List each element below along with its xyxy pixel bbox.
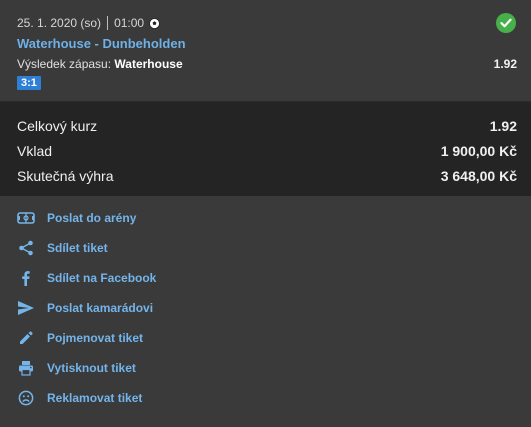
complain-ticket-action[interactable]: Reklamovat tiket	[17, 388, 142, 408]
ticket-actions: Poslat do arény Sdílet tiket Sdílet na F…	[0, 197, 531, 427]
arena-icon	[17, 209, 35, 227]
score-badge: 3:1	[17, 76, 41, 90]
soccer-ball-icon	[149, 17, 160, 29]
match-link[interactable]: Waterhouse - Dunbeholden	[17, 36, 186, 51]
rename-ticket-action[interactable]: Pojmenovat tiket	[17, 328, 143, 348]
total-odds-value: 1.92	[489, 118, 517, 134]
stake-value: 1 900,00 Kč	[440, 143, 517, 159]
share-ticket-action[interactable]: Sdílet tiket	[17, 238, 108, 258]
action-label: Sdílet tiket	[47, 241, 108, 255]
market-line: Výsledek zápasu: Waterhouse	[17, 57, 183, 71]
sad-face-icon	[17, 389, 35, 407]
send-to-arena-action[interactable]: Poslat do arény	[17, 208, 136, 228]
bet-detail: 25. 1. 2020 (so) 01:00 Waterhouse - Dunb…	[0, 0, 531, 102]
action-label: Pojmenovat tiket	[47, 331, 144, 345]
stake-row: Vklad 1 900,00 Kč	[17, 141, 517, 161]
bet-date: 25. 1. 2020 (so)	[17, 16, 102, 30]
action-label: Reklamovat tiket	[47, 391, 143, 405]
divider	[107, 16, 109, 30]
selection: Waterhouse	[114, 57, 183, 71]
share-facebook-action[interactable]: Sdílet na Facebook	[17, 268, 156, 288]
pencil-icon	[17, 329, 35, 347]
action-label: Vytisknout tiket	[47, 361, 136, 375]
facebook-icon	[17, 269, 35, 287]
payout-row: Skutečná výhra 3 648,00 Kč	[17, 166, 517, 186]
action-label: Sdílet na Facebook	[47, 271, 157, 285]
send-icon	[17, 299, 35, 317]
total-odds-label: Celkový kurz	[17, 118, 98, 134]
payout-label: Skutečná výhra	[17, 168, 114, 184]
action-label: Poslat kamarádovi	[47, 301, 154, 315]
bet-time: 01:00	[114, 16, 145, 30]
print-ticket-action[interactable]: Vytisknout tiket	[17, 358, 136, 378]
stake-label: Vklad	[17, 143, 53, 159]
total-odds-row: Celkový kurz 1.92	[17, 116, 517, 136]
payout-value: 3 648,00 Kč	[440, 168, 517, 184]
market-label: Výsledek zápasu:	[17, 57, 112, 71]
printer-icon	[17, 359, 35, 377]
share-icon	[17, 239, 35, 257]
send-to-friend-action[interactable]: Poslat kamarádovi	[17, 298, 153, 318]
totals-panel: Celkový kurz 1.92 Vklad 1 900,00 Kč Skut…	[0, 102, 531, 196]
check-circle-icon	[496, 13, 516, 33]
bet-meta: 25. 1. 2020 (so) 01:00	[17, 15, 160, 31]
bet-odd: 1.92	[493, 57, 517, 71]
action-label: Poslat do arény	[47, 211, 137, 225]
